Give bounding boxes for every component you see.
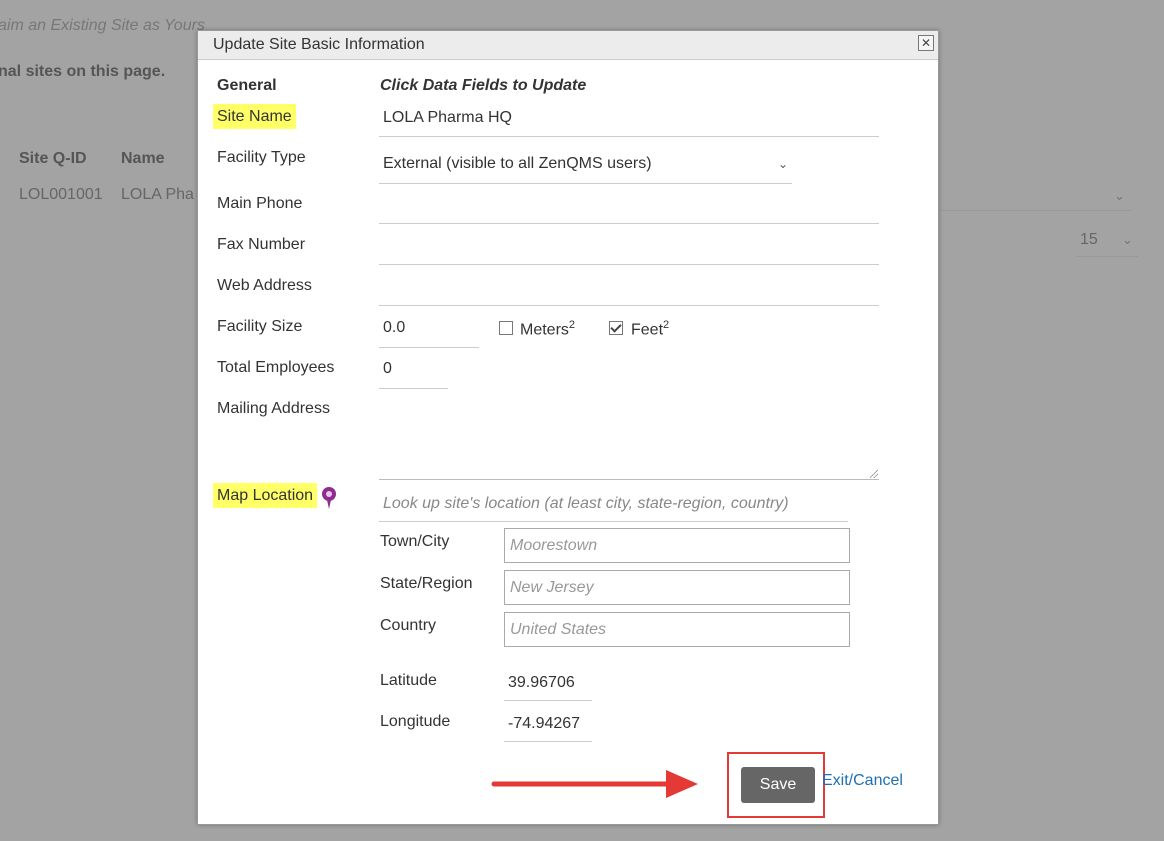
latitude-value: 39.96706 — [508, 674, 575, 691]
column-header-name: Name — [121, 150, 165, 167]
location-lookup-input[interactable]: Look up site's location (at least city, … — [379, 491, 848, 522]
facility-type-value: External (visible to all ZenQMS users) — [383, 155, 652, 172]
town-city-placeholder: Moorestown — [510, 537, 598, 554]
site-name-label: Site Name — [213, 104, 296, 129]
background-note: nal sites on this page. — [0, 63, 166, 80]
state-region-label: State/Region — [380, 575, 473, 592]
dialog-titlebar: Update Site Basic Information ✕ — [198, 31, 938, 60]
feet-label: Feet2 — [631, 319, 670, 339]
row-site-id: LOL001001 — [19, 186, 103, 203]
country-placeholder: United States — [510, 621, 607, 638]
total-employees-value: 0 — [383, 360, 392, 377]
chevron-down-icon: ⌄ — [1114, 188, 1125, 203]
facility-size-label: Facility Size — [217, 318, 303, 335]
meters-checkbox[interactable] — [499, 321, 513, 335]
facility-type-select[interactable]: External (visible to all ZenQMS users) ⌄ — [379, 149, 792, 184]
meters-label: Meters2 — [520, 319, 576, 339]
column-header-site-qid: Site Q-ID — [19, 150, 87, 167]
resize-grip-icon[interactable] — [870, 470, 878, 478]
state-region-input[interactable]: New Jersey — [504, 570, 850, 605]
state-region-placeholder: New Jersey — [510, 579, 594, 596]
country-label: Country — [380, 617, 437, 634]
web-address-label: Web Address — [217, 277, 312, 294]
row-site-name: LOLA Pha — [121, 186, 194, 203]
annotation-arrow-icon — [491, 770, 698, 798]
latitude-field[interactable]: 39.96706 — [504, 664, 592, 701]
longitude-label: Longitude — [380, 713, 451, 730]
exit-cancel-link[interactable]: Exit/Cancel — [822, 772, 903, 790]
longitude-field[interactable]: -74.94267 — [504, 705, 592, 742]
map-pin-icon[interactable] — [320, 486, 338, 510]
town-city-input[interactable]: Moorestown — [504, 528, 850, 563]
background-select-underline — [940, 210, 1132, 211]
page-size-select: 15 — [1080, 231, 1098, 248]
close-icon[interactable]: ✕ — [918, 35, 934, 51]
facility-type-label: Facility Type — [217, 149, 306, 166]
save-button[interactable]: Save — [741, 767, 815, 803]
facility-size-value: 0.0 — [383, 319, 406, 336]
country-input[interactable]: United States — [504, 612, 850, 647]
mailing-address-textarea[interactable] — [379, 397, 879, 480]
web-address-field[interactable] — [379, 276, 879, 306]
general-heading: General — [217, 77, 277, 94]
site-name-field[interactable]: LOLA Pharma HQ — [379, 109, 879, 137]
fax-number-label: Fax Number — [217, 236, 306, 253]
total-employees-label: Total Employees — [217, 359, 335, 376]
dialog-title: Update Site Basic Information — [213, 36, 425, 53]
claim-site-link: aim an Existing Site as Yours — [0, 17, 205, 34]
mailing-address-label: Mailing Address — [217, 400, 330, 417]
site-name-value: LOLA Pharma HQ — [383, 109, 512, 126]
feet-checkbox[interactable] — [609, 321, 623, 335]
latitude-label: Latitude — [380, 672, 437, 689]
longitude-value: -74.94267 — [508, 715, 581, 732]
chevron-down-icon: ⌄ — [777, 157, 788, 171]
main-phone-label: Main Phone — [217, 195, 303, 212]
facility-size-field[interactable]: 0.0 — [379, 319, 479, 348]
map-location-label: Map Location — [213, 483, 318, 508]
click-hint: Click Data Fields to Update — [380, 77, 587, 94]
total-employees-field[interactable]: 0 — [379, 360, 448, 389]
page-size-underline — [1076, 256, 1138, 257]
main-phone-field[interactable] — [379, 194, 879, 224]
location-lookup-placeholder: Look up site's location (at least city, … — [383, 495, 789, 512]
town-city-label: Town/City — [380, 533, 450, 550]
update-site-dialog: Update Site Basic Information ✕ General … — [197, 30, 939, 825]
fax-number-field[interactable] — [379, 235, 879, 265]
chevron-down-icon: ⌄ — [1122, 232, 1133, 247]
